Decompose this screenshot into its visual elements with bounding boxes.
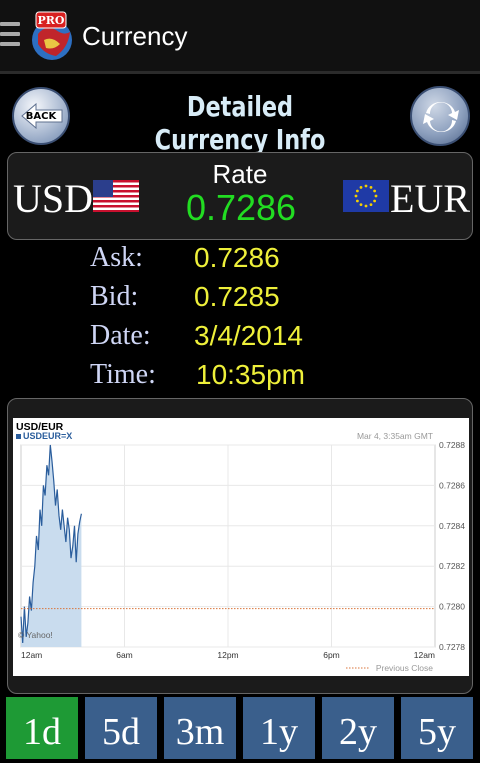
info-key: Bid: — [90, 281, 139, 312]
y-tick-label: 0.7280 — [439, 602, 465, 612]
page-title: Detailed Currency Info — [154, 90, 326, 156]
range-tabs: 1d 5d 3m 1y 2y 5y — [0, 697, 480, 763]
back-label: BACK — [25, 111, 57, 122]
y-tick-label: 0.7282 — [439, 561, 465, 571]
yahoo-watermark: © Yahoo! — [18, 630, 53, 640]
from-currency-code[interactable]: USD — [13, 175, 93, 222]
range-tab-1d[interactable]: 1d — [6, 697, 78, 759]
y-axis-ticks: 0.7288 0.7286 0.7284 0.7282 0.7280 0.7278 — [439, 440, 465, 652]
info-key: Date: — [90, 320, 151, 351]
eu-flag-icon — [343, 180, 389, 212]
price-chart: 0.7288 0.7286 0.7284 0.7282 0.7280 0.7278 12a… — [16, 421, 465, 673]
logo-pro-text: PRO — [38, 14, 65, 27]
hamburger-menu-icon[interactable] — [0, 22, 22, 52]
info-value: 10:35pm — [196, 359, 305, 390]
to-currency-code[interactable]: EUR — [390, 175, 470, 222]
range-tab-1y[interactable]: 1y — [243, 697, 315, 759]
rate-value: 0.7286 — [185, 187, 297, 228]
app-title: Currency — [82, 21, 188, 51]
rate-label: Rate — [212, 159, 268, 189]
y-tick-label: 0.7288 — [439, 440, 465, 450]
range-tab-5d[interactable]: 5d — [85, 697, 157, 759]
previous-close-label: Previous Close — [376, 663, 433, 673]
info-value: 0.7286 — [194, 242, 280, 273]
chart-timestamp: Mar 4, 3:35am GMT — [357, 431, 433, 441]
y-tick-label: 0.7284 — [439, 521, 465, 531]
x-tick-label: 12pm — [217, 650, 238, 660]
x-tick-label: 6am — [116, 650, 133, 660]
x-tick-label: 12am — [414, 650, 435, 660]
chart-grid — [20, 444, 436, 648]
info-key: Ask: — [90, 242, 143, 273]
range-tab-3m[interactable]: 3m — [164, 697, 236, 759]
y-tick-label: 0.7286 — [439, 480, 465, 490]
info-key: Time: — [90, 359, 156, 390]
rate-panel: USD Rate 0.7286 EUR — [7, 152, 473, 240]
chart-legend: USDEUR=X — [23, 431, 72, 441]
x-tick-label: 12am — [21, 650, 42, 660]
range-tab-2y[interactable]: 2y — [322, 697, 394, 759]
y-tick-label: 0.7278 — [439, 642, 465, 652]
refresh-button[interactable] — [410, 86, 470, 146]
info-value: 3/4/2014 — [194, 320, 303, 351]
x-tick-label: 6pm — [323, 650, 340, 660]
info-value: 0.7285 — [194, 281, 280, 312]
back-button[interactable]: BACK — [12, 87, 70, 145]
chart-panel: 0.7288 0.7286 0.7284 0.7282 0.7280 0.7278 12a… — [7, 398, 473, 694]
us-flag-icon — [93, 180, 139, 212]
x-axis-ticks: 12am 6am 12pm 6pm 12am — [21, 650, 435, 660]
detail-header: BACK Detailed Currency Info — [0, 78, 480, 156]
legend-swatch — [16, 434, 21, 439]
range-tab-5y[interactable]: 5y — [401, 697, 473, 759]
action-bar: PRO Currency — [0, 0, 480, 74]
app-logo-icon[interactable]: PRO — [26, 10, 76, 62]
chart-image: 0.7288 0.7286 0.7284 0.7282 0.7280 0.7278 12a… — [13, 418, 469, 676]
refresh-icon — [423, 101, 459, 133]
